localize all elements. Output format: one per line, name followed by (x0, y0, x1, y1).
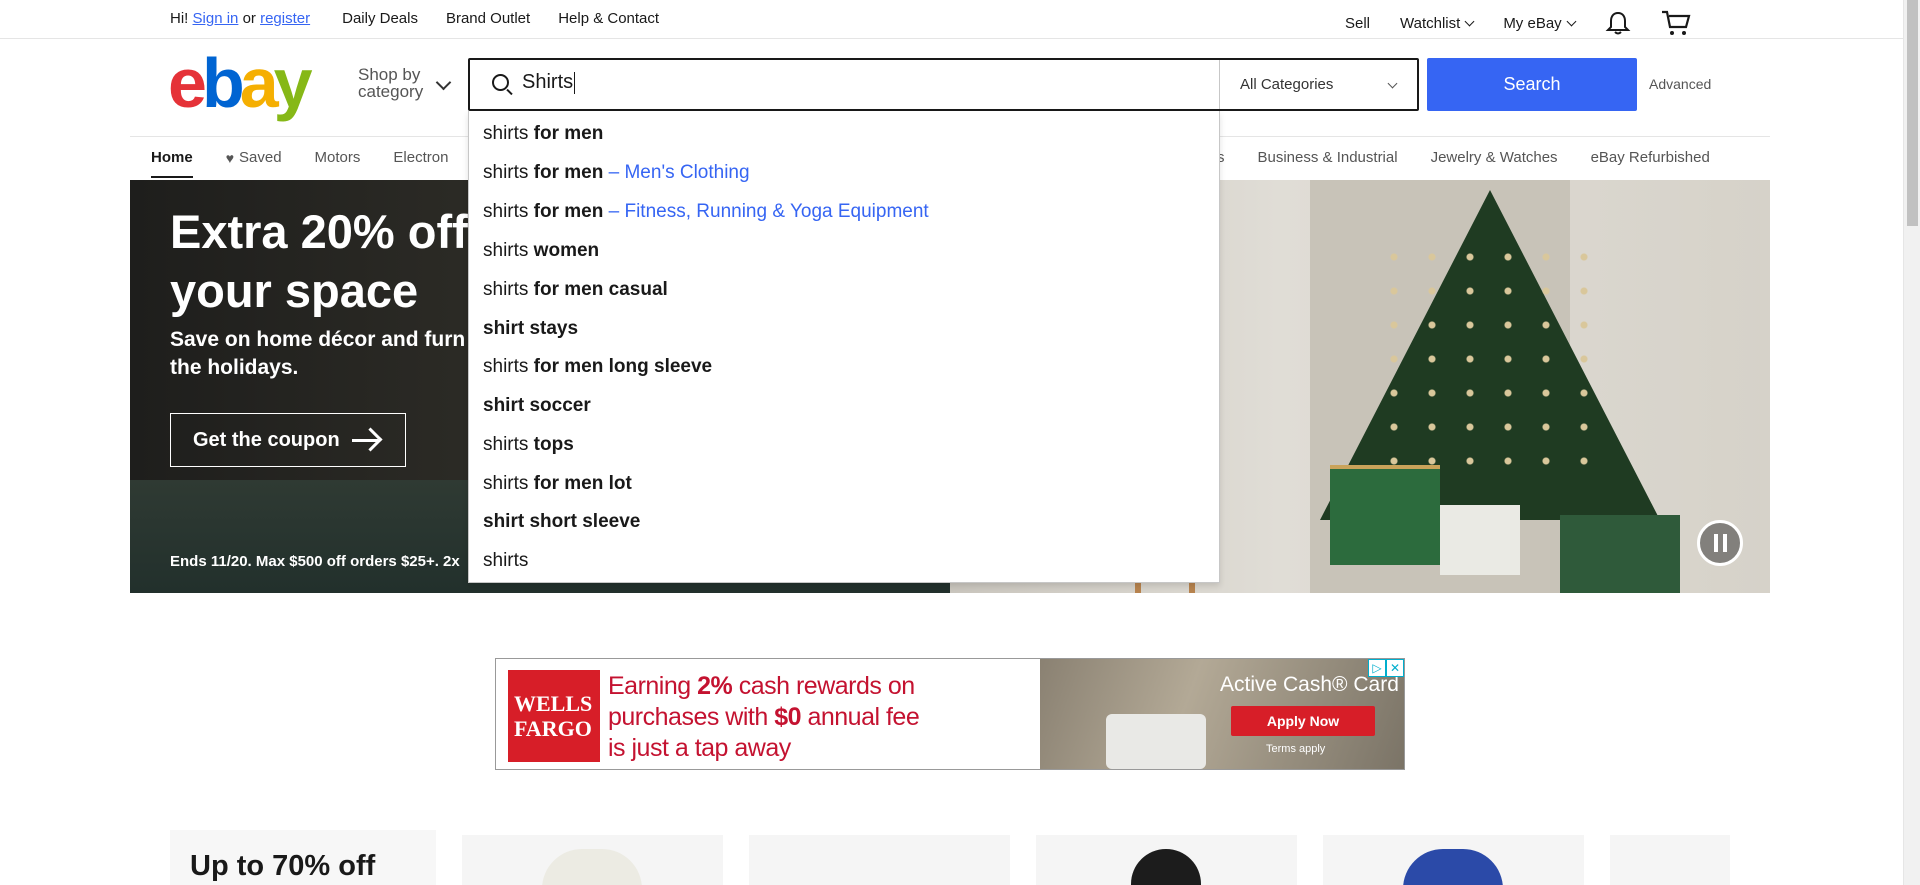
daily-deals-link[interactable]: Daily Deals (342, 10, 418, 27)
product-image (542, 849, 642, 885)
shop-by-category-button[interactable]: Shop by category (358, 66, 423, 100)
hero-fine-print: Ends 11/20. Max $500 off orders $25+. 2x (170, 553, 460, 570)
promo-title: Up to 70% off (190, 850, 376, 882)
chevron-down-icon (1387, 78, 1398, 89)
divider (1219, 60, 1220, 109)
wells-fargo-ad[interactable]: WELLS FARGO Earning 2% cash rewards on p… (495, 658, 1405, 770)
suggestion-item[interactable]: shirts for men casual (483, 279, 668, 301)
category-select[interactable]: All Categories (1240, 76, 1333, 93)
suggestion-item[interactable]: shirt soccer (483, 395, 591, 417)
hero-title: Extra 20% off your space (170, 205, 468, 317)
nav-motors[interactable]: Motors (315, 149, 361, 166)
suggestion-item[interactable]: shirts for men lot (483, 473, 632, 495)
gift-image (1440, 505, 1520, 575)
get-coupon-button[interactable]: Get the coupon (170, 413, 406, 467)
heart-icon: ♥ (225, 149, 234, 166)
category-nav-right: s Business & Industrial Jewelry & Watche… (1217, 149, 1743, 166)
ornaments-image (1375, 240, 1605, 490)
search-button[interactable]: Search (1427, 58, 1637, 111)
apply-now-button[interactable]: Apply Now (1231, 706, 1375, 736)
product-tile[interactable] (1610, 835, 1730, 885)
shop-by-label: Shop by (358, 65, 421, 84)
chevron-down-icon (1464, 16, 1475, 26)
suggestion-item[interactable]: shirt stays (483, 318, 578, 340)
search-input[interactable]: Shirts (522, 71, 1122, 99)
nav-saved[interactable]: ♥ Saved (226, 149, 282, 166)
suggestion-item[interactable]: shirts tops (483, 434, 574, 456)
adchoices[interactable]: ▷ ✕ (1368, 659, 1404, 677)
product-tile[interactable] (1036, 835, 1297, 885)
cart-icon[interactable] (1661, 9, 1691, 37)
suggestion-item[interactable]: shirt short sleeve (483, 511, 640, 533)
nav-electronics[interactable]: Electron (393, 149, 448, 166)
nav-ebay-refurbished[interactable]: eBay Refurbished (1591, 149, 1710, 166)
top-right-links: Sell Watchlist My eBay (1345, 9, 1721, 37)
close-icon[interactable]: ✕ (1386, 659, 1404, 677)
wells-fargo-logo: WELLS FARGO (508, 670, 600, 762)
product-tile[interactable] (749, 835, 1010, 885)
suggestion-item[interactable]: shirts for men – Fitness, Running & Yoga… (483, 201, 929, 223)
category-nav: Home ♥ Saved Motors Electron (151, 149, 481, 178)
ad-text: Earning 2% cash rewards on purchases wit… (608, 672, 920, 762)
watchlist-label: Watchlist (1400, 14, 1461, 32)
suggestion-item[interactable]: shirts for men (483, 123, 603, 145)
suggestion-item[interactable]: shirts for men – Men's Clothing (483, 162, 750, 184)
product-tile[interactable] (462, 835, 723, 885)
my-ebay-label: My eBay (1503, 14, 1562, 32)
suggestion-item[interactable]: shirts women (483, 240, 599, 262)
greeting-text: Hi! (170, 10, 189, 27)
text-caret (574, 71, 576, 94)
advanced-search-link[interactable]: Advanced (1649, 76, 1711, 92)
my-ebay-menu[interactable]: My eBay (1503, 14, 1577, 32)
sign-in-link[interactable]: Sign in (193, 10, 239, 27)
nav-home[interactable]: Home (151, 149, 193, 178)
suggestion-item[interactable]: shirts for men long sleeve (483, 356, 712, 378)
promo-tile[interactable]: Up to 70% off (170, 830, 436, 885)
ebay-logo[interactable]: ebay (168, 48, 313, 118)
chevron-down-icon (435, 74, 452, 91)
category-label: category (358, 82, 424, 101)
gift-image (1560, 515, 1680, 593)
or-text: or (242, 10, 256, 27)
top-bar: Hi! Sign in or register Daily Deals Bran… (0, 0, 1903, 39)
help-contact-link[interactable]: Help & Contact (558, 10, 659, 27)
register-link[interactable]: register (260, 10, 310, 27)
search-bar: Shirts All Categories (468, 58, 1419, 111)
product-tile[interactable] (1323, 835, 1584, 885)
product-image (1131, 849, 1201, 885)
notifications-bell-icon[interactable] (1605, 10, 1631, 36)
top-left-links: Hi! Sign in or register Daily Deals Bran… (170, 10, 687, 27)
watchlist-menu[interactable]: Watchlist (1400, 14, 1475, 32)
product-image (1403, 849, 1503, 885)
brand-outlet-link[interactable]: Brand Outlet (446, 10, 530, 27)
adchoices-icon[interactable]: ▷ (1368, 659, 1386, 677)
scrollbar-thumb[interactable] (1907, 0, 1918, 226)
nav-jewelry-watches[interactable]: Jewelry & Watches (1431, 149, 1558, 166)
sell-link[interactable]: Sell (1345, 15, 1370, 32)
payment-terminal-image (1106, 714, 1206, 769)
autocomplete-dropdown: shirts for men shirts for men – Men's Cl… (468, 111, 1220, 583)
page-scrollbar[interactable] (1903, 0, 1920, 885)
suggestion-item[interactable]: shirts (483, 550, 528, 572)
chevron-down-icon (1566, 16, 1577, 26)
arrow-right-icon (351, 438, 378, 442)
nav-business-industrial[interactable]: Business & Industrial (1258, 149, 1398, 166)
gift-image (1330, 465, 1440, 565)
search-icon (492, 74, 509, 91)
pause-icon[interactable] (1697, 520, 1743, 566)
terms-text: Terms apply (1266, 743, 1326, 755)
